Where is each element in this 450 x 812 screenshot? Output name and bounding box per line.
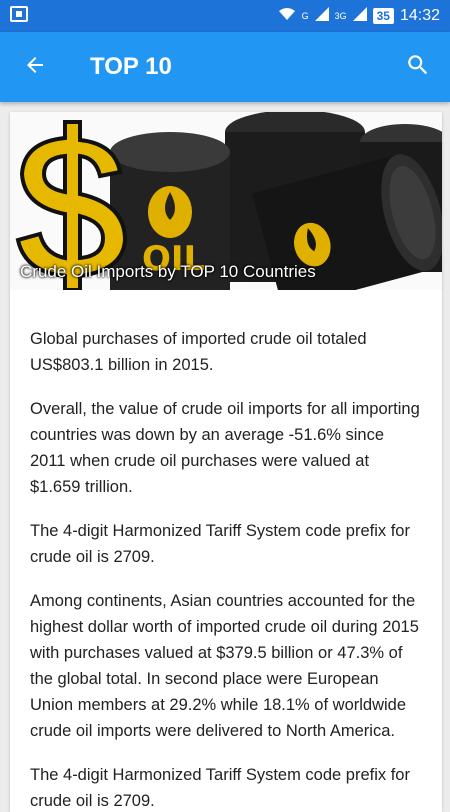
app-bar: TOP 10 — [0, 32, 450, 102]
article-body: Global purchases of imported crude oil t… — [10, 290, 442, 812]
paragraph: The 4-digit Harmonized Tariff System cod… — [30, 766, 410, 810]
page-title: TOP 10 — [90, 53, 172, 80]
hero-caption: Crude Oil Imports by TOP 10 Countries — [20, 262, 316, 281]
signal-label-1: G — [301, 11, 309, 21]
back-button[interactable] — [0, 32, 70, 102]
paragraph: Global purchases of imported crude oil t… — [30, 330, 367, 374]
search-icon — [405, 52, 431, 83]
wifi-icon — [278, 7, 296, 26]
arrow-back-icon — [23, 53, 47, 82]
signal-label-2: 3G — [334, 11, 347, 21]
status-bar: G 3G 35 14:32 — [0, 0, 450, 32]
paragraph: Among continents, Asian countries accoun… — [30, 592, 419, 740]
battery-indicator: 35 — [372, 8, 394, 24]
article-card[interactable]: OIL Crude Oil Imports by TOP 10 Countrie… — [10, 112, 442, 812]
signal-icon — [314, 6, 329, 26]
search-button[interactable] — [386, 32, 450, 102]
clock: 14:32 — [399, 7, 440, 24]
hero-image: OIL Crude Oil Imports by TOP 10 Countrie… — [10, 112, 442, 290]
paragraph: Overall, the value of crude oil imports … — [30, 400, 420, 496]
screenshot-icon — [10, 5, 28, 27]
paragraph: The 4-digit Harmonized Tariff System cod… — [30, 522, 410, 566]
signal-icon-2 — [352, 6, 367, 26]
